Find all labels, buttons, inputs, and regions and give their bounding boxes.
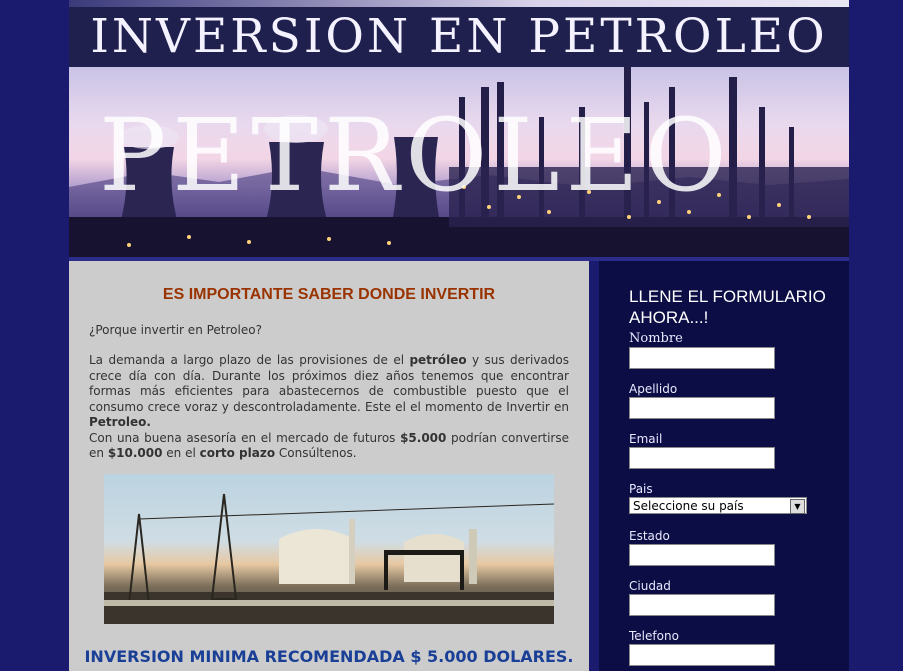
- sidebar: LLENE EL FORMULARIO AHORA...! Nombre Ape…: [589, 261, 849, 671]
- dropdown-arrow-icon[interactable]: ▼: [790, 499, 805, 514]
- email-label: Email: [629, 432, 663, 446]
- pais-selected-value: Seleccione su país: [633, 499, 744, 513]
- top-strip: [69, 0, 849, 7]
- main-headline: ES IMPORTANTE SABER DONDE INVERTIR: [162, 286, 496, 303]
- paragraph-text: en el: [162, 446, 200, 460]
- nombre-input[interactable]: [629, 347, 775, 369]
- main-paragraph: La demanda a largo plazo de las provisio…: [89, 353, 569, 462]
- main-content: ES IMPORTANTE SABER DONDE INVERTIR ¿Porq…: [69, 261, 589, 671]
- banner-watermark: PETROLEO: [99, 97, 733, 214]
- bold-petroleo: petróleo: [409, 353, 467, 367]
- site-header: INVERSION EN PETROLEO: [69, 7, 849, 67]
- form-title: LLENE EL FORMULARIO AHORA...!: [629, 287, 826, 327]
- page: INVERSION EN PETROLEO PETROLEO ES IMPORT…: [69, 0, 849, 671]
- oil-tanks-photo: [104, 474, 554, 624]
- telefono-input[interactable]: [629, 644, 775, 666]
- estado-label: Estado: [629, 529, 670, 543]
- question-text: ¿Porque invertir en Petroleo?: [89, 323, 262, 337]
- nombre-label: Nombre: [629, 331, 683, 346]
- paragraph-text: Consúltenos.: [275, 446, 357, 460]
- ciudad-input[interactable]: [629, 594, 775, 616]
- estado-input[interactable]: [629, 544, 775, 566]
- paragraph-text: La demanda a largo plazo de las provisio…: [89, 353, 410, 367]
- pais-select[interactable]: Seleccione su país ▼: [629, 497, 807, 514]
- apellido-input[interactable]: [629, 397, 775, 419]
- bold-corto-plazo: corto plazo: [199, 446, 276, 460]
- pais-label: Pais: [629, 482, 653, 496]
- refinery-banner-image: PETROLEO: [69, 67, 849, 257]
- bold-petroleo-period: Petroleo.: [89, 415, 151, 429]
- contact-form-panel: LLENE EL FORMULARIO AHORA...! Nombre Ape…: [599, 261, 849, 671]
- bold-amount: $5.000: [400, 430, 447, 445]
- ciudad-label: Ciudad: [629, 579, 671, 593]
- bold-amount-2: $10.000: [107, 446, 163, 460]
- email-input[interactable]: [629, 447, 775, 469]
- site-title: INVERSION EN PETROLEO: [90, 9, 828, 64]
- oil-tanks-illustration: [104, 493, 554, 624]
- apellido-label: Apellido: [629, 382, 678, 396]
- paragraph-text: Con una buena asesoría en el mercado de …: [89, 430, 401, 445]
- telefono-label: Telefono: [629, 629, 679, 643]
- minimum-investment-note: INVERSION MINIMA RECOMENDADA $ 5.000 DOL…: [84, 647, 574, 666]
